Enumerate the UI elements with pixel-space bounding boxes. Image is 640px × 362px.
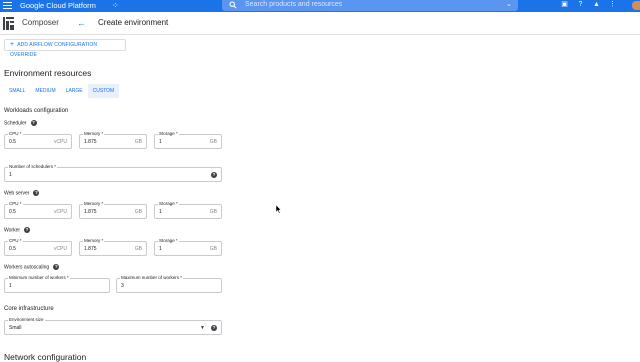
composer-logo-icon: [3, 16, 14, 31]
network-configuration-heading: Network configuration: [4, 352, 87, 362]
scheduler-help-icon[interactable]: ?: [30, 120, 37, 126]
plus-icon: +: [10, 41, 15, 48]
web-server-help-icon[interactable]: ?: [33, 190, 40, 196]
search-placeholder: Search products and resources: [245, 1, 343, 8]
mouse-cursor-icon: [276, 205, 282, 214]
web-server-storage-field[interactable]: Storage * 1 GB: [154, 201, 222, 219]
web-server-memory-field[interactable]: Memory * 1.875 GB: [79, 201, 147, 219]
search-input[interactable]: Search products and resources ⌄: [222, 0, 518, 11]
override-button-label: ADD AIRFLOW CONFIGURATION OVERRIDE: [10, 42, 98, 58]
worker-label: Worker?: [4, 227, 31, 234]
worker-cpu-field[interactable]: CPU * 0.5 vCPU: [4, 238, 72, 256]
workloads-configuration-heading: Workloads configuration: [4, 108, 69, 114]
scheduler-label: Scheduler?: [4, 120, 37, 127]
more-vert-icon[interactable]: ⋮: [607, 0, 618, 11]
environment-size-help-icon[interactable]: ?: [211, 325, 217, 331]
environment-size-tabs: SMALL MEDIUM LARGE CUSTOM: [4, 84, 120, 98]
scheduler-storage-field[interactable]: Storage * 1 GB: [154, 131, 222, 149]
worker-memory-field[interactable]: Memory * 1.875 GB: [79, 238, 147, 256]
dropdown-arrow-icon: ▼: [200, 325, 205, 331]
scheduler-memory-field[interactable]: Memory * 1.875 GB: [79, 131, 147, 149]
worker-storage-field[interactable]: Storage * 1 GB: [154, 238, 222, 256]
help-icon[interactable]: ?: [575, 0, 586, 11]
cloud-shell-icon[interactable]: ▣: [559, 0, 570, 11]
search-icon: [229, 1, 237, 9]
tab-medium[interactable]: MEDIUM: [30, 84, 60, 98]
number-of-schedulers-field[interactable]: Number of schedulers * 1 ?: [4, 164, 222, 182]
schedulers-help-icon[interactable]: ?: [211, 172, 217, 178]
environment-resources-heading: Environment resources: [4, 68, 92, 78]
web-server-cpu-field[interactable]: CPU * 0.5 vCPU: [4, 201, 72, 219]
app-name: Composer: [22, 18, 59, 27]
autoscaling-help-icon[interactable]: ?: [53, 264, 60, 270]
notifications-icon[interactable]: ▲: [591, 0, 602, 11]
web-server-label: Web server?: [4, 190, 40, 197]
max-workers-field[interactable]: Maximum number of workers * 3: [116, 275, 222, 293]
core-infrastructure-heading: Core infrastructure: [4, 306, 54, 312]
add-airflow-override-button[interactable]: + ADD AIRFLOW CONFIGURATION OVERRIDE: [4, 39, 126, 58]
workers-autoscaling-label: Workers autoscaling?: [4, 264, 60, 271]
back-arrow-icon[interactable]: ←: [77, 17, 86, 29]
brand-name[interactable]: Google Cloud Platform: [20, 0, 96, 12]
tab-large[interactable]: LARGE: [61, 84, 88, 98]
page-title: Create environment: [98, 18, 169, 27]
main-menu-icon[interactable]: [3, 2, 12, 10]
scheduler-cpu-field[interactable]: CPU * 0.5 vCPU: [4, 131, 72, 149]
project-switcher-icon[interactable]: ⁘: [112, 1, 119, 10]
top-bar: Google Cloud Platform ⁘ Search products …: [0, 0, 640, 12]
app-header: Composer ← Create environment: [0, 13, 640, 35]
environment-size-select[interactable]: Environment size Small ▼ ?: [4, 317, 222, 335]
min-workers-field[interactable]: Minimum number of workers * 1: [4, 275, 110, 293]
tab-small[interactable]: SMALL: [4, 84, 30, 98]
avatar[interactable]: [632, 1, 640, 10]
search-dropdown-icon[interactable]: ⌄: [506, 0, 512, 9]
tab-custom[interactable]: CUSTOM: [87, 84, 120, 98]
worker-help-icon[interactable]: ?: [24, 227, 31, 233]
